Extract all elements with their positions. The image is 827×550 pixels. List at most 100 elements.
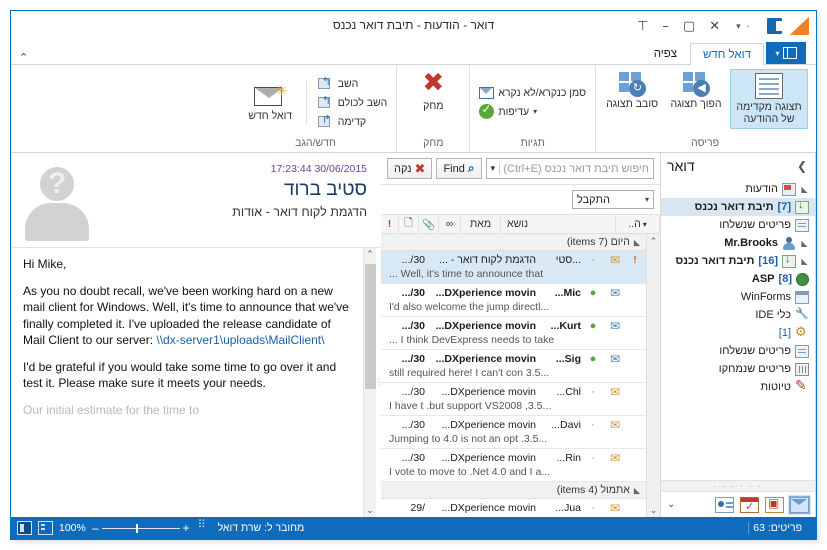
tasks-module-icon[interactable] [765, 496, 784, 513]
ribbon: תצוגה מקדימה של ההודעה ◀ הפוך תצוגה ↻ סו… [11, 65, 816, 153]
sidebar-item-inbox-primary[interactable]: [7] תיבת דואר נכנס [661, 198, 815, 216]
row-date: 30/... [401, 386, 425, 398]
reading-pane-button[interactable]: תצוגה מקדימה של ההודעה [730, 69, 808, 130]
minimize-button[interactable]: – [662, 20, 669, 33]
wrench-icon [795, 307, 809, 322]
mark-read-unread-button[interactable]: סמן כנקרא/לא נקרא [476, 85, 589, 101]
chevron-down-icon[interactable]: ⌄ [667, 499, 675, 510]
reply-button[interactable]: השב ↰ [315, 75, 362, 93]
status-dot: · [591, 502, 595, 514]
sidebar-item-count: [1] [778, 327, 791, 339]
reading-view-icon[interactable] [38, 521, 53, 535]
sidebar-item-deleted[interactable]: פריטים שנמחקו [661, 360, 815, 378]
table-row[interactable]: ✉ ● Sig... DXperience movin... 30/... st… [381, 350, 646, 383]
sidebar-item-inbox-brooks[interactable]: ◣ [16] תיבת דואר נכנס [661, 252, 815, 270]
reading-pane-scrollbar[interactable]: ⌃ ⌄ [363, 248, 376, 517]
sidebar-item-sent-brooks[interactable]: פריטים שנשלחו [661, 342, 815, 360]
body-paragraph-1: As you no doubt recall, we've been worki… [23, 284, 349, 347]
normal-view-icon[interactable] [17, 521, 32, 535]
envelope-closed-icon: ✉ [609, 352, 621, 366]
tab-view[interactable]: צפיה [641, 42, 690, 64]
delete-button[interactable]: ✖ מחק [403, 69, 463, 115]
column-header-date[interactable]: ▾ ה.. [616, 215, 660, 233]
table-row[interactable]: ✉ · Jua... DXperience movin... /29 [381, 499, 646, 517]
find-button[interactable]: ⌕ Find [436, 158, 482, 179]
sidebar-item-label: טיוטות [760, 381, 791, 393]
mail-module-icon[interactable] [789, 495, 810, 514]
server-path-link[interactable]: \\dx-server1\uploads\MailClient\ [156, 333, 324, 347]
row-subject: DXperience movin... [435, 353, 536, 365]
column-header-flag[interactable]: ∞ [439, 215, 461, 233]
rotate-layout-label: סובב תצוגה [606, 98, 658, 110]
twisty-icon[interactable]: ◣ [634, 486, 640, 495]
row-from: Davi... [551, 419, 581, 431]
close-button[interactable]: ✕ [709, 20, 720, 33]
qat-caret-icon[interactable]: ▾ [736, 21, 741, 32]
sort-dropdown-value: התקבל [577, 193, 611, 206]
restore-button[interactable]: ⊤ [637, 20, 648, 33]
sidebar-item-settings-folder[interactable]: [1] [661, 324, 815, 342]
row-from: Kurt... [550, 320, 581, 332]
reply-all-button[interactable]: השב לכולם ↰ [315, 94, 391, 112]
zoom-level[interactable]: 100% [59, 522, 86, 534]
window-icon [795, 290, 809, 304]
scroll-down-icon[interactable]: ⌄ [650, 503, 658, 517]
zoom-in-button[interactable]: + [183, 522, 190, 534]
column-header-icon[interactable]: 🗋 [399, 215, 419, 233]
clear-search-button[interactable]: ✖ נקה [387, 158, 433, 179]
scrollbar-thumb[interactable] [365, 264, 376, 389]
zoom-slider-track[interactable] [101, 523, 180, 533]
ribbon-menu-button[interactable]: ▾ [766, 42, 806, 64]
zoom-out-button[interactable]: – [92, 522, 99, 534]
sidebar-item-sent-primary[interactable]: פריטים שנשלחו [661, 216, 815, 234]
table-row[interactable]: ! ✉ · ...סטי הדגמת לקוח דואר - ... 30/..… [381, 251, 646, 284]
search-icon: ⌕ [467, 161, 475, 175]
zoom-slider[interactable]: – + [92, 522, 190, 534]
navigation-pane-grip[interactable]: · · · · · · [661, 480, 815, 491]
scroll-down-icon[interactable]: ⌄ [366, 504, 374, 517]
table-row[interactable]: ✉ ● Mic... DXperience movin... 30/... I'… [381, 284, 646, 317]
sidebar-item-asp[interactable]: [8] ASP [661, 270, 815, 288]
expand-pane-icon[interactable]: ❯ [797, 159, 807, 173]
twisty-icon[interactable]: ◣ [800, 239, 809, 248]
status-badge: פריטים: 63 [748, 522, 810, 534]
sidebar-item-drafts[interactable]: טיוטות [661, 377, 815, 396]
message-list-scrollbar[interactable]: ⌃ ⌄ [646, 234, 660, 517]
scroll-up-icon[interactable]: ⌃ [650, 234, 658, 248]
collapse-ribbon-icon[interactable]: ⌃ [11, 51, 28, 64]
flip-layout-button[interactable]: ◀ הפוך תצוגה [666, 69, 726, 113]
priority-button[interactable]: ▾ עדיפות [476, 102, 540, 121]
sidebar-item-ide-tools[interactable]: כלי IDE [661, 306, 815, 324]
calendar-module-icon[interactable] [740, 496, 759, 513]
message-sender: סטיב ברוד [283, 179, 367, 200]
table-row[interactable]: ✉ · Davi... DXperience movin... 30/... J… [381, 416, 646, 449]
people-module-icon[interactable] [715, 496, 734, 513]
twisty-icon[interactable]: ◣ [800, 185, 809, 194]
table-row[interactable]: ✉ ● Kurt... DXperience movin... 30/... .… [381, 317, 646, 350]
resize-grip-icon[interactable] [198, 518, 210, 534]
new-mail-button[interactable]: ✳ דואל חדש [241, 80, 307, 126]
tab-new-mail[interactable]: דואל חדש [690, 43, 764, 65]
sort-dropdown[interactable]: ▾ התקבל [572, 190, 654, 209]
chevron-down-icon[interactable]: ▾ [491, 163, 501, 174]
sidebar-item-mr-brooks[interactable]: ◣ Mr.Brooks [661, 234, 815, 252]
column-header-importance[interactable]: ! [381, 215, 399, 233]
row-date: 30/... [401, 254, 425, 266]
twisty-icon[interactable]: ◣ [800, 257, 809, 266]
group-header-yesterday[interactable]: ◣ אתמול (4 items) [381, 482, 646, 499]
column-header-attachment[interactable]: 📎 [419, 215, 439, 233]
column-header-from[interactable]: מאת [461, 215, 501, 233]
table-row[interactable]: ✉ · Chl... DXperience movin... 30/... I … [381, 383, 646, 416]
group-header-today[interactable]: ◣ היום (7 items) [381, 234, 646, 251]
table-row[interactable]: ✉ · Rin... DXperience movin... 30/... I … [381, 449, 646, 482]
sidebar-item-winforms[interactable]: WinForms [661, 288, 815, 306]
scroll-up-icon[interactable]: ⌃ [366, 248, 374, 261]
forward-button[interactable]: קדימה ↱ [315, 113, 369, 131]
column-header-subject[interactable]: נושא [501, 215, 616, 233]
sidebar-item-announcements[interactable]: ◣ הודעות [661, 180, 815, 198]
pane-splitter[interactable]: ⋮ [375, 248, 384, 517]
search-input[interactable]: חיפוש תיבת דואר נכנס (Ctrl+E) ▾ [485, 158, 654, 179]
rotate-layout-button[interactable]: ↻ סובב תצוגה [602, 69, 662, 113]
maximize-button[interactable]: ▢ [683, 20, 695, 33]
twisty-icon[interactable]: ◣ [634, 238, 640, 247]
